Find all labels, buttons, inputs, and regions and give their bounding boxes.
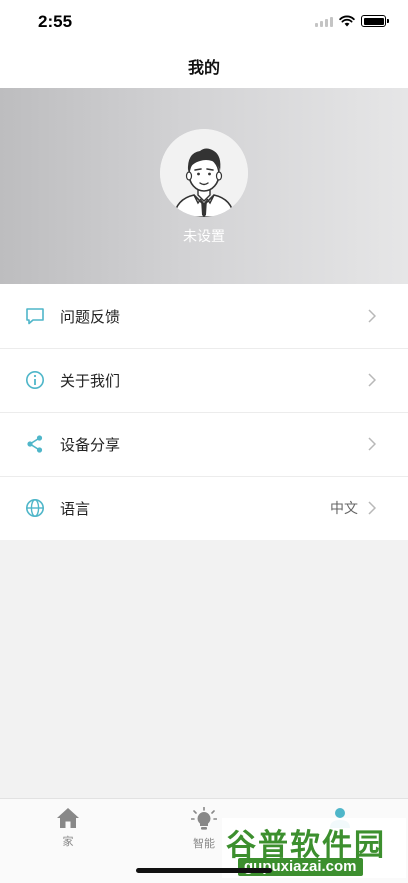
menu-item-label: 关于我们 [60,371,121,390]
menu-item-label: 语言 [60,499,91,518]
chevron-right-icon [368,309,378,323]
menu-item-feedback[interactable]: 问题反馈 [0,284,408,348]
tab-label: 智能 [193,837,215,850]
default-avatar-icon [160,129,248,217]
cellular-signal-icon [315,15,333,27]
tab-home[interactable]: 家 [28,807,108,849]
battery-icon [361,15,389,27]
menu-list: 问题反馈 关于我们 设备分享 语言 中文 [0,284,408,540]
avatar[interactable] [160,129,248,217]
profile-header: 未设置 [0,88,408,284]
globe-icon [25,498,45,518]
info-icon [25,370,45,390]
tab-label: 家 [62,835,74,848]
home-icon [57,808,79,828]
menu-item-about-us[interactable]: 关于我们 [0,348,408,412]
chevron-right-icon [368,437,378,451]
chevron-right-icon [368,501,378,515]
status-bar: 2:55 [0,0,408,44]
home-indicator[interactable] [136,868,272,873]
menu-item-label: 设备分享 [60,435,121,454]
lightbulb-icon [191,807,217,830]
profile-name: 未设置 [183,229,225,245]
chat-bubble-icon [25,306,45,326]
page-title: 我的 [187,58,220,77]
wifi-icon [339,15,355,27]
nav-bar: 我的 [0,44,408,88]
status-icons [315,15,389,27]
share-icon [25,434,45,454]
status-time: 2:55 [38,12,73,31]
language-value: 中文 [330,501,358,517]
menu-item-device-sharing[interactable]: 设备分享 [0,412,408,476]
menu-item-label: 问题反馈 [60,307,121,326]
watermark-url: gupuxiazai.com [238,858,363,876]
menu-item-language[interactable]: 语言 中文 [0,476,408,540]
chevron-right-icon [368,373,378,387]
